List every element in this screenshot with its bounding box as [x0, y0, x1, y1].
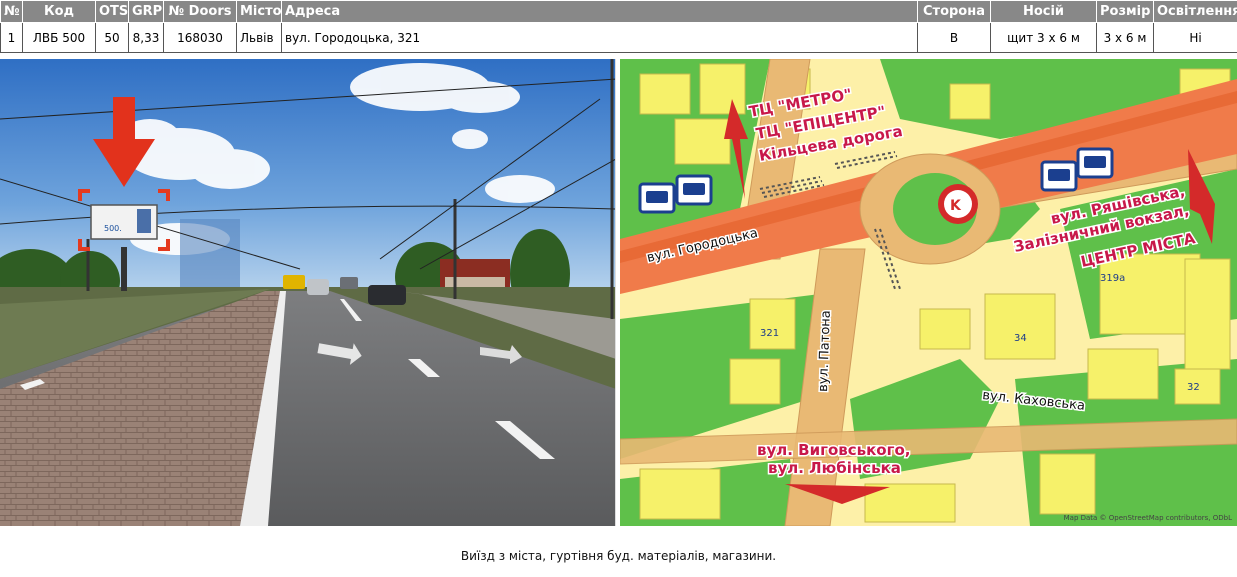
col-code-header: Код [22, 0, 96, 23]
billboard-sheet: № Код OTS GRP № Doors Місто Адреса Сторо… [0, 0, 1237, 577]
street-photo: 500. [0, 59, 616, 526]
cell-code: ЛВБ 500 [22, 22, 96, 53]
building-number: 321 [760, 328, 779, 339]
location-map: K ТЦ "МЕТРО" ТЦ "ЕПІЦЕНТР" Кільцева доро… [620, 59, 1237, 526]
billboard-info-table: № Код OTS GRP № Doors Місто Адреса Сторо… [0, 0, 1237, 53]
map-attribution: Map Data © OpenStreetMap contributors, O… [1064, 514, 1232, 522]
building-number: 34 [1014, 333, 1027, 344]
billboard-ad-text: 500. [104, 224, 122, 233]
col-doors-header: № Doors [163, 0, 237, 23]
building-number: 319а [1100, 273, 1125, 284]
cell-size: 3 x 6 м [1096, 22, 1154, 53]
col-lighting-header: Освітлення [1153, 0, 1237, 23]
col-num-header: № [0, 0, 23, 23]
cell-city: Львів [236, 22, 282, 53]
building-number: 32 [1187, 382, 1200, 393]
table-row: 1 ЛВБ 500 50 8,33 168030 Львів вул. Горо… [0, 22, 1237, 53]
cell-lighting: Ні [1153, 22, 1237, 53]
col-grp-header: GRP [128, 0, 164, 23]
svg-text:K: K [950, 198, 962, 214]
location-caption: Виїзд з міста, гуртівня буд. матеріалів,… [460, 549, 777, 563]
cell-side: В [917, 22, 991, 53]
col-side-header: Сторона [917, 0, 991, 23]
callout-south-line2: вул. Любінська [768, 459, 901, 477]
col-address-header: Адреса [281, 0, 918, 23]
cell-grp: 8,33 [128, 22, 164, 53]
street-label-patona: вул. Патона [816, 310, 834, 392]
cell-carrier: щит 3 x 6 м [990, 22, 1097, 53]
cell-num: 1 [0, 22, 23, 53]
cell-doors: 168030 [163, 22, 237, 53]
callout-south-line1: вул. Виговського, [757, 441, 910, 459]
col-size-header: Розмір [1096, 0, 1154, 23]
cell-address: вул. Городоцька, 321 [281, 22, 918, 53]
col-ots-header: OTS [95, 0, 129, 23]
table-header-row: № Код OTS GRP № Doors Місто Адреса Сторо… [0, 0, 1237, 23]
col-carrier-header: Носій [990, 0, 1097, 23]
cell-ots: 50 [95, 22, 129, 53]
col-city-header: Місто [236, 0, 282, 23]
